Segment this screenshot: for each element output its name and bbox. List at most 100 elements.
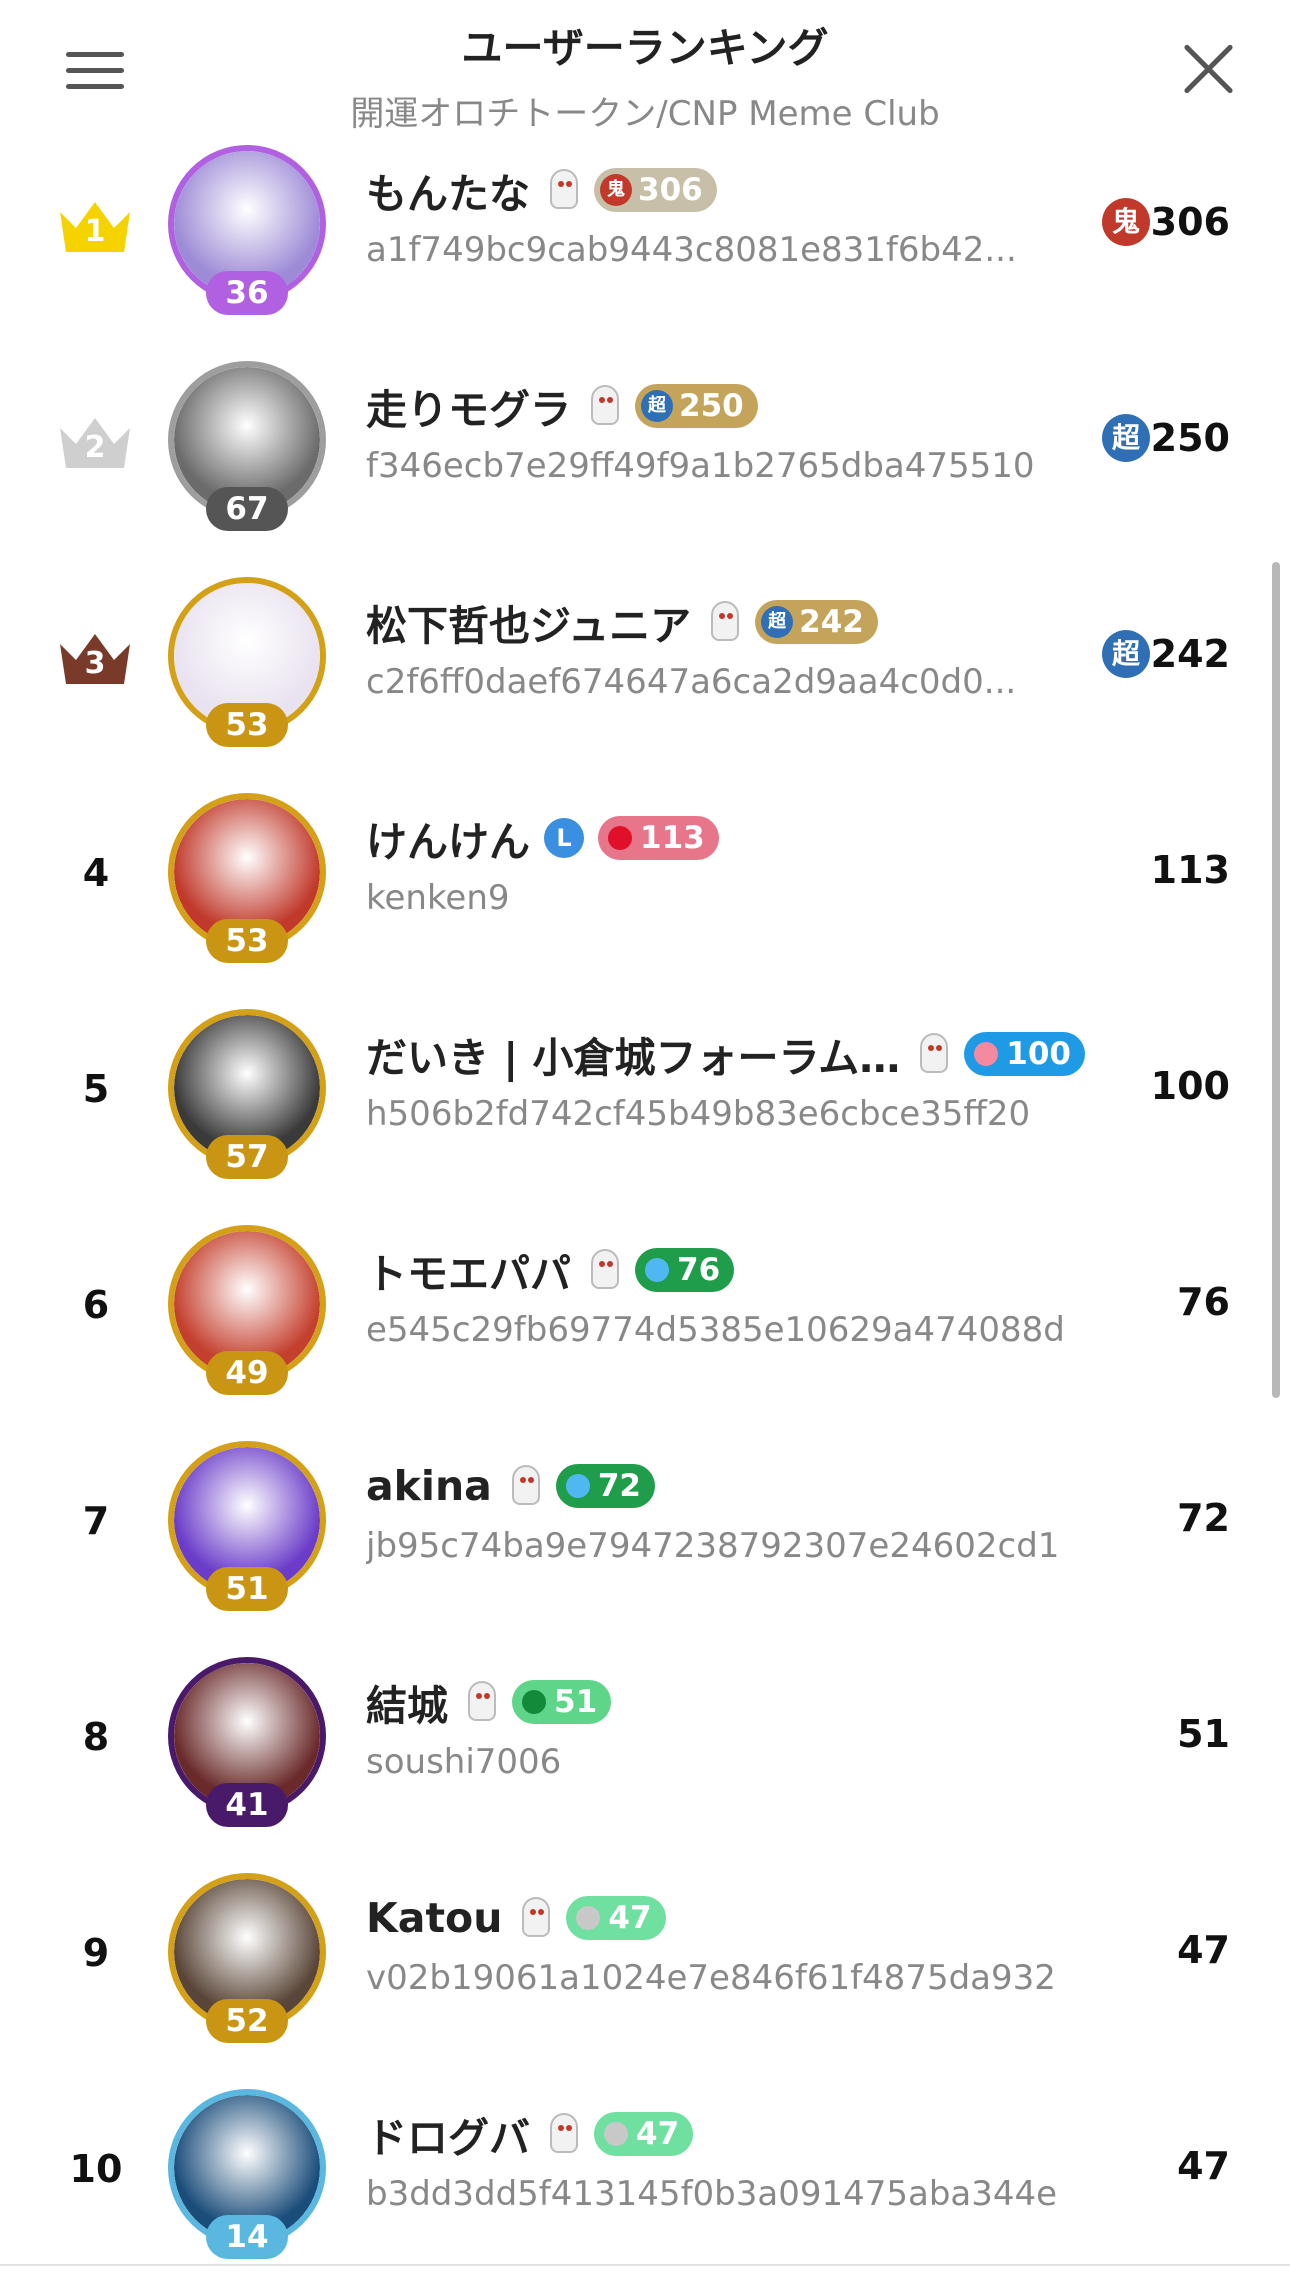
points-badge: 76 [635,1248,735,1292]
user-name-line: だいき | 小倉城フォーラム… 100 [366,1028,1086,1082]
points-value: 47 [608,1900,652,1936]
ghost-badge-icon [709,601,741,643]
user-name-line: akina 72 [366,1460,655,1512]
tier-icon: 超 [641,390,673,422]
user-name-line: 結城 51 [366,1676,612,1730]
user-name[interactable]: 走りモグラ [366,376,571,436]
ranking-row[interactable]: 8 41 結城 51 soushi7006 51 [0,1652,1290,1868]
ranking-row[interactable]: 1 36 もんたな 鬼 306 a1f749bc9cab9443c8081e831f6b4… [0,140,1290,356]
scrollbar[interactable] [1272,562,1280,1398]
user-address: jb95c74ba9e7947238792307e24602cd1 [366,1526,1060,1566]
ranking-row[interactable]: 9 52 Katou 47 v02b19061a1024e7e846f61f4875da… [0,1868,1290,2084]
points-value: 250 [679,388,744,424]
points-value: 242 [799,604,864,640]
user-address: f346ecb7e29ff49f9a1b2765dba475510 [366,446,1035,486]
user-address: a1f749bc9cab9443c8081e831f6b42... [366,230,1017,270]
ranking-row[interactable]: 6 49 トモエパパ 76 e545c29fb69774d5385e10629a4740… [0,1220,1290,1436]
status-dot-icon [645,1258,669,1282]
points-badge: 超 250 [635,384,758,428]
user-name-line: 松下哲也ジュニア超 242 [366,596,878,650]
user-name[interactable]: Katou [366,1894,502,1942]
rank-number: 9 [82,1931,110,1975]
status-dot-icon [565,1474,590,1498]
ghost-badge-icon [510,1465,542,1507]
user-name[interactable]: 松下哲也ジュニア [366,592,691,652]
ghost-badge-icon [520,1897,552,1939]
score-value: 47 [1177,1928,1230,1972]
close-icon[interactable] [1180,42,1236,98]
avatar[interactable]: 51 [168,1441,326,1611]
score-tier-icon: 超 [1102,630,1150,678]
user-name[interactable]: トモエパパ [366,1240,571,1300]
avatar[interactable]: 67 [168,361,326,531]
user-name[interactable]: だいき | 小倉城フォーラム… [366,1024,900,1084]
points-badge: 47 [566,1896,666,1940]
user-name[interactable]: 結城 [366,1672,448,1732]
points-badge: 113 [598,816,719,860]
points-badge: 鬼 306 [594,168,717,212]
rank-number: 7 [82,1499,110,1543]
ghost-badge-icon [589,1249,621,1291]
rank-number: 4 [82,851,110,895]
score-tier-icon: 超 [1102,414,1150,462]
user-name-line: けんけん L 113 [366,812,719,866]
level-badge: 52 [206,1999,288,2043]
score-tier-icon: 鬼 [1102,198,1150,246]
level-badge: 57 [206,1135,288,1179]
level-badge: 53 [206,703,288,747]
rank-number: 6 [82,1283,110,1327]
rank-number: 8 [82,1715,110,1759]
level-badge: 51 [206,1567,288,1611]
points-badge: 72 [555,1464,655,1508]
user-address: c2f6ff0daef674647a6ca2d9aa4c0d0... [366,662,1017,702]
ranking-row[interactable]: 7 51 akina 72 jb95c74ba9e7947238792307e24602… [0,1436,1290,1652]
user-name[interactable]: もんたな [366,160,530,220]
ghost-badge-icon [466,1681,498,1723]
user-name-line: ドログバ 47 [366,2108,694,2162]
avatar[interactable]: 57 [168,1009,326,1179]
points-value: 76 [677,1252,721,1288]
avatar[interactable]: 41 [168,1657,326,1827]
status-dot-icon [604,2122,628,2146]
rank-number: 10 [69,2147,123,2191]
verified-badge-icon: L [544,818,584,858]
points-badge: 47 [594,2112,694,2156]
crown-icon: 3 [56,630,134,688]
points-value: 47 [636,2116,680,2152]
rank-number: 2 [84,430,106,465]
ghost-badge-icon [548,2113,580,2155]
bottom-divider [0,2264,1290,2266]
ranking-row[interactable]: 10 14 ドログバ 47 b3dd3dd5f413145f0b3a091475aba3… [0,2084,1290,2276]
points-badge: 100 [964,1032,1086,1076]
header-bar: ユーザーランキング 開運オロチトークン/CNP Meme Club [0,0,1290,140]
user-name[interactable]: けんけん [366,808,530,868]
ranking-row[interactable]: 5 57 だいき | 小倉城フォーラム… 100 h506b2fd742cf45b49b… [0,1004,1290,1220]
user-name[interactable]: akina [366,1462,492,1510]
score-value: 72 [1177,1496,1230,1540]
avatar[interactable]: 53 [168,793,326,963]
page-title: ユーザーランキング [461,24,829,72]
status-dot-icon [522,1690,546,1714]
score-value: 47 [1177,2144,1230,2188]
ranking-row[interactable]: 3 53 松下哲也ジュニア超 242 c2f6ff0daef674647a6ca2d9a… [0,572,1290,788]
avatar[interactable]: 52 [168,1873,326,2043]
user-name[interactable]: ドログバ [366,2104,530,2164]
ranking-row[interactable]: 4 53 けんけん L 113 kenken9 113 [0,788,1290,1004]
user-address: soushi7006 [366,1742,562,1782]
avatar[interactable]: 36 [168,145,326,315]
page-subtitle: 開運オロチトークン/CNP Meme Club [350,94,940,134]
points-value: 51 [554,1684,598,1720]
user-name-line: 走りモグラ超 250 [366,380,758,434]
user-address: e545c29fb69774d5385e10629a474088d [366,1310,1065,1350]
score-value: 242 [1150,632,1230,676]
level-badge: 41 [206,1783,288,1827]
score-value: 250 [1150,416,1230,460]
user-address: v02b19061a1024e7e846f61f4875da932 [366,1958,1056,1998]
level-badge: 14 [206,2215,288,2259]
avatar[interactable]: 49 [168,1225,326,1395]
avatar[interactable]: 14 [168,2089,326,2259]
crown-icon: 1 [56,198,134,256]
avatar[interactable]: 53 [168,577,326,747]
ranking-row[interactable]: 2 67 走りモグラ超 250 f346ecb7e29ff49f9a1b2765dba4… [0,356,1290,572]
points-badge: 超 242 [755,600,878,644]
